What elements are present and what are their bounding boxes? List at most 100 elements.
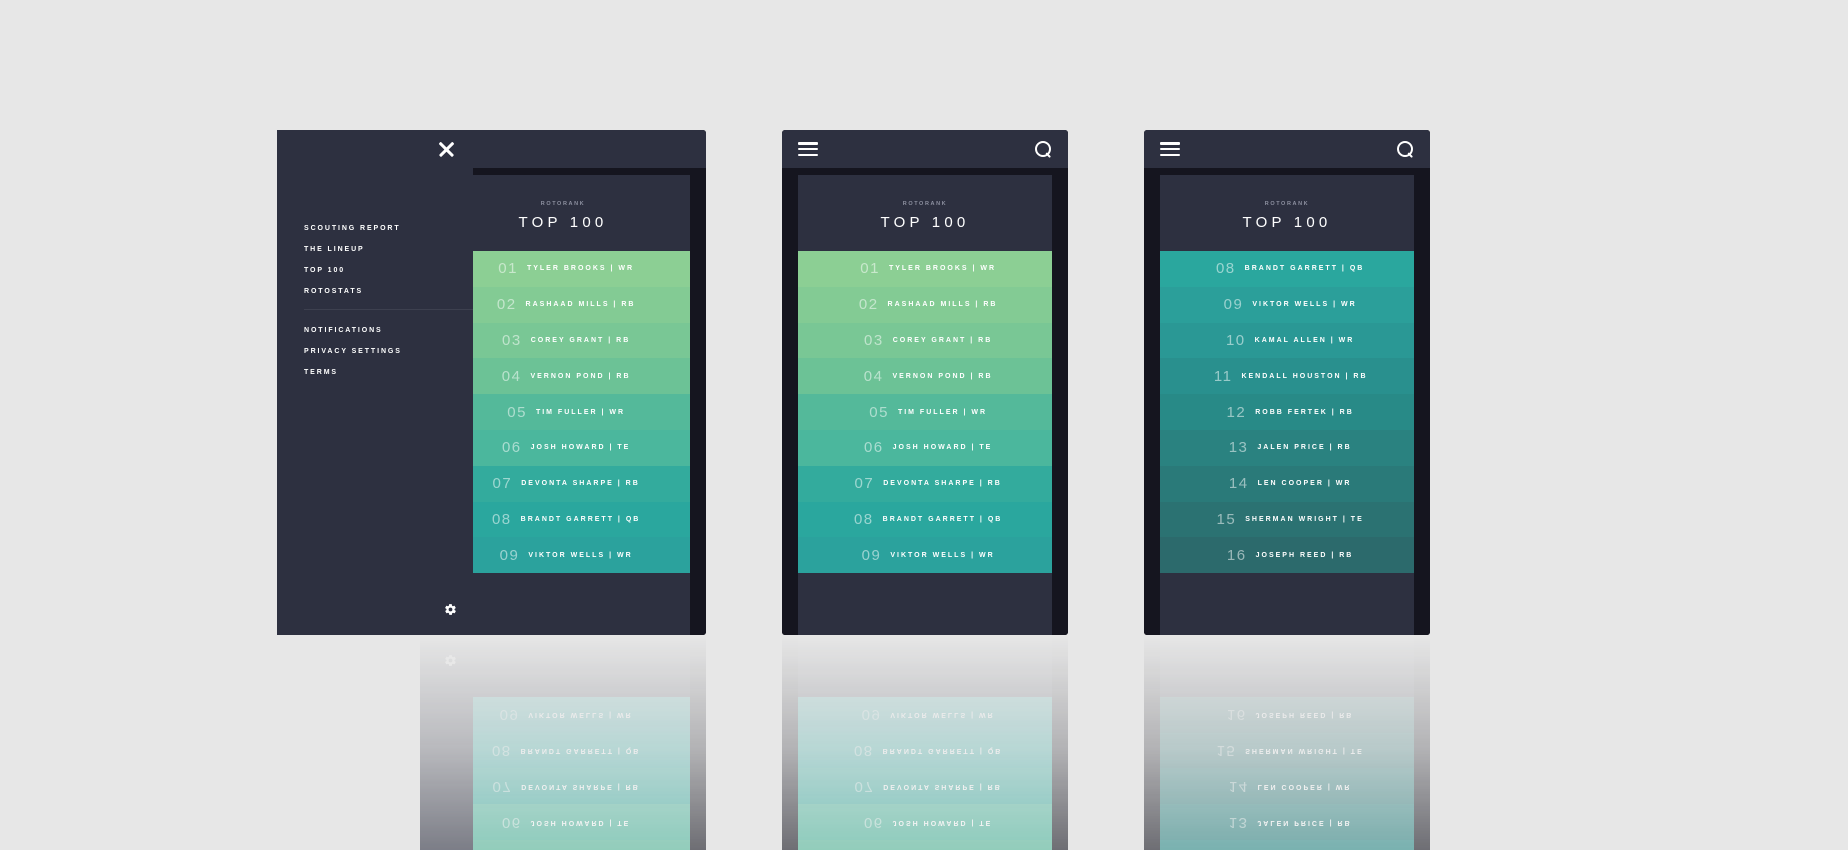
rank-list: 08BRANDT GARRETT | QB09VIKTOR WELLS | WR… [1160,696,1414,850]
rank-number: 16 [1226,706,1247,724]
drawer-link-the-lineup[interactable]: THE LINEUP [304,246,473,253]
rank-row[interactable]: 04 VERNON POND | RB [436,358,690,395]
hamburger-icon[interactable] [1160,142,1180,156]
rank-row[interactable]: 05TIM FULLER | WR [798,840,1052,850]
player-name: DEVONTA SHARPE | RB [521,480,640,488]
rank-row[interactable]: 08 BRANDT GARRETT | QB [798,732,1052,769]
phone-mockup-list-scrolled: ROTORANK TOP 100 08BRANDT GARRETT | QB09… [1144,635,1430,850]
rank-row[interactable]: 05TIM FULLER | WR [436,840,690,850]
app-topbar [1144,130,1430,168]
rank-row[interactable]: 07 DEVONTA SHARPE | RB [798,465,1052,502]
phone-mockup-menu-open: ROTORANK TOP 100 01 TYLER BROOKS | WR 02 RA… [277,130,706,635]
rank-number: 09 [499,546,520,564]
rank-row[interactable]: 15 SHERMAN WRIGHT | TE [1160,501,1414,538]
app-screen: ROTORANK TOP 100 01 TYLER BROOKS | WR 02 RA… [782,168,1068,635]
player-name: JOSH HOWARD | TE [530,444,631,452]
screen-content: ROTORANK TOP 100 01TYLER BROOKS | WR02RA… [436,175,690,635]
player-name: KENDALL HOUSTON | RB [1241,372,1368,380]
rank-row[interactable]: 02 RASHAAD MILLS | RB [436,286,690,323]
rank-row[interactable]: 04 VERNON POND | RB [798,358,1052,395]
rank-number: 15 [1216,742,1237,760]
rank-row[interactable]: 03 COREY GRANT | RB [436,322,690,359]
gear-icon[interactable] [444,603,457,616]
rank-row[interactable]: 07 DEVONTA SHARPE | RB [436,768,690,805]
rank-number: 06 [863,813,884,831]
rank-number: 13 [1228,439,1249,457]
hamburger-icon[interactable] [798,142,818,156]
rank-number: 14 [1228,777,1249,795]
rank-row[interactable]: 09 VIKTOR WELLS | WR [1160,286,1414,323]
rank-row[interactable]: 10 KAMAL ALLEN | WR [1160,322,1414,359]
rank-number: 12 [1226,403,1247,421]
player-name: DEVONTA SHARPE | RB [883,480,1002,488]
drawer-link-top-100[interactable]: TOP 100 [304,267,473,274]
rank-row[interactable]: 06 JOSH HOWARD | TE [436,804,690,841]
rank-row[interactable]: 06 JOSH HOWARD | TE [798,804,1052,841]
app-screen: ROTORANK TOP 100 08BRANDT GARRETT | QB09… [1144,635,1430,850]
rank-number: 07 [854,777,875,795]
rank-number: 08 [1215,260,1236,278]
rank-row[interactable]: 13 JALEN PRICE | RB [1160,804,1414,841]
rank-number: 03 [502,331,522,349]
drawer-link-scouting-report[interactable]: SCOUTING REPORT [304,225,473,232]
rank-row[interactable]: 09 VIKTOR WELLS | WR [798,696,1052,733]
rank-list: 01TYLER BROOKS | WR02RASHAAD MILLS | RB0… [798,696,1052,850]
player-name: RASHAAD MILLS | RB [887,301,998,309]
drawer-link-terms[interactable]: TERMS [304,369,473,376]
player-name: LEN COOPER | WR [1257,782,1352,790]
rank-row[interactable]: 09 VIKTOR WELLS | WR [436,537,690,574]
page-title: TOP 100 [880,214,970,231]
rank-row[interactable]: 05TIM FULLER | WR [436,394,690,430]
phone-mockup-list-top: ROTORANK TOP 100 01 TYLER BROOKS | WR 02 RA… [782,130,1068,635]
rank-number: 09 [861,546,882,564]
rank-row[interactable]: 08 BRANDT GARRETT | QB [798,501,1052,538]
rank-number: 08 [853,742,874,760]
rank-row[interactable]: 01 TYLER BROOKS | WR [798,251,1052,287]
rank-number: 08 [491,510,512,528]
rank-row[interactable]: 14 LEN COOPER | WR [1160,768,1414,805]
rank-row[interactable]: 08 BRANDT GARRETT | QB [436,732,690,769]
rank-row[interactable]: 16 JOSEPH REED | RB [1160,537,1414,574]
rank-row[interactable]: 09 VIKTOR WELLS | WR [798,537,1052,574]
screen-content: ROTORANK TOP 100 01TYLER BROOKS | WR02RA… [798,635,1052,850]
player-name: JOSEPH REED | RB [1255,711,1354,719]
rank-row[interactable]: 09 VIKTOR WELLS | WR [436,696,690,733]
rank-row[interactable]: 06 JOSH HOWARD | TE [798,429,1052,466]
player-name: VIKTOR WELLS | WR [1252,301,1357,309]
screen-content: ROTORANK TOP 100 01TYLER BROOKS | WR02RA… [798,175,1052,635]
rank-row[interactable]: 14 LEN COOPER | WR [1160,465,1414,502]
page-title: TOP 100 [1242,214,1332,231]
player-name: BRANDT GARRETT | QB [520,515,641,523]
rank-number: 15 [1216,510,1237,528]
rank-row[interactable]: 08 BRANDT GARRETT | QB [436,501,690,538]
player-name: BRANDT GARRETT | QB [882,515,1003,523]
player-name: TIM FULLER | WR [897,408,988,416]
drawer-link-notifications[interactable]: NOTIFICATIONS [304,327,473,334]
rank-row[interactable]: 13 JALEN PRICE | RB [1160,429,1414,466]
rank-row[interactable]: 07 DEVONTA SHARPE | RB [798,768,1052,805]
rank-row[interactable]: 15 SHERMAN WRIGHT | TE [1160,732,1414,769]
rank-row[interactable]: 03 COREY GRANT | RB [798,322,1052,359]
rank-row[interactable]: 07 DEVONTA SHARPE | RB [436,465,690,502]
rank-row[interactable]: 11 KENDALL HOUSTON | RB [1160,358,1414,395]
rank-row[interactable]: 01 TYLER BROOKS | WR [436,251,690,287]
rank-row[interactable]: 12ROBB FERTEK | RB [1160,840,1414,850]
rank-number: 05 [507,403,527,421]
rank-row[interactable]: 08 BRANDT GARRETT | QB [1160,251,1414,287]
player-name: JALEN PRICE | RB [1257,818,1352,826]
gear-icon[interactable] [444,654,457,667]
search-icon[interactable] [1396,140,1414,158]
player-name: COREY GRANT | RB [530,336,631,344]
rank-row[interactable]: 06 JOSH HOWARD | TE [436,429,690,466]
rank-row[interactable]: 05TIM FULLER | WR [798,394,1052,430]
close-icon[interactable] [438,141,455,158]
drawer-link-rotostats[interactable]: ROTOSTATS [304,288,473,295]
rank-row[interactable]: 16 JOSEPH REED | RB [1160,696,1414,733]
page-title: TOP 100 [518,214,608,231]
phone-reflection: ROTORANK TOP 100 01TYLER BROOKS | WR02RA… [420,635,706,850]
search-icon[interactable] [1034,140,1052,158]
player-name: VIKTOR WELLS | WR [890,551,995,559]
rank-row[interactable]: 12ROBB FERTEK | RB [1160,394,1414,430]
drawer-link-privacy-settings[interactable]: PRIVACY SETTINGS [304,348,473,355]
rank-row[interactable]: 02 RASHAAD MILLS | RB [798,286,1052,323]
